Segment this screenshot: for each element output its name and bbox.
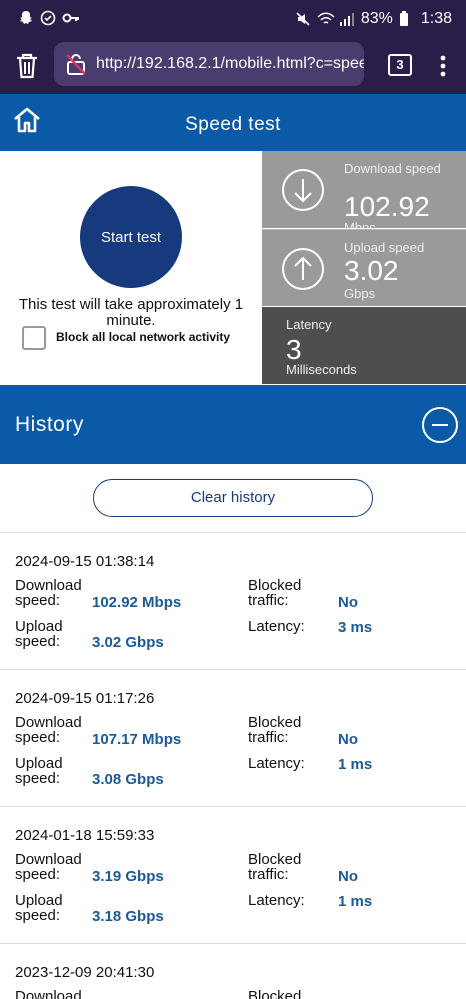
collapse-icon[interactable] xyxy=(422,407,458,443)
status-bar: 83% 1:38 xyxy=(0,0,466,40)
entry-date: 2024-09-15 01:38:14 xyxy=(15,553,155,570)
blocked-traffic-label: Blocked traffic: xyxy=(248,577,302,609)
arrow-down-icon xyxy=(282,169,324,211)
url-text[interactable]: http://192.168.2.1/mobile.html?c=speedte… xyxy=(96,55,364,73)
arrow-up-icon xyxy=(282,248,324,290)
wifi-icon xyxy=(317,11,335,27)
latency-label: Latency: xyxy=(248,892,305,909)
latency-label: Latency: xyxy=(248,618,305,635)
latency-value: 3 ms xyxy=(338,619,373,636)
entry-date: 2023-12-09 20:41:30 xyxy=(15,964,155,981)
entry-date: 2024-09-15 01:17:26 xyxy=(15,690,155,707)
upload-speed-label: Upload speed: xyxy=(15,755,63,787)
history-entry: 2024-01-18 15:59:33 Download speed: 3.19… xyxy=(0,807,466,943)
history-header: History xyxy=(0,385,466,464)
key-icon xyxy=(62,10,79,26)
download-speed-value: 102.92 Mbps xyxy=(92,594,182,611)
upload-speed-value: 3.02 Gbps xyxy=(92,634,164,651)
page-header: Speed test xyxy=(0,94,466,151)
entry-date: 2024-01-18 15:59:33 xyxy=(15,827,155,844)
block-network-checkbox[interactable] xyxy=(22,326,46,350)
latency-label: Latency xyxy=(286,317,332,332)
address-bar[interactable]: http://192.168.2.1/mobile.html?c=speedte… xyxy=(54,42,364,86)
mute-icon xyxy=(295,11,311,27)
upload-speed-label: Upload speed: xyxy=(15,892,63,924)
test-panel: Start test This test will take approxima… xyxy=(0,151,262,384)
latency-unit: Milliseconds xyxy=(286,362,357,377)
check-circle-icon xyxy=(40,10,56,26)
history-entry: 2024-09-15 01:17:26 Download speed: 107.… xyxy=(0,670,466,806)
battery-percent: 83% xyxy=(360,10,393,27)
upload-stat: Upload speed 3.02 Gbps xyxy=(262,229,466,306)
blocked-traffic-value: No xyxy=(338,594,358,611)
upload-value: 3.02 xyxy=(344,255,399,286)
more-options-icon[interactable] xyxy=(438,52,448,80)
clock: 1:38 xyxy=(420,10,452,27)
signal-icon xyxy=(339,11,355,27)
download-speed-label: Download speed: xyxy=(15,577,82,609)
download-speed-label: Download speed: xyxy=(15,714,82,746)
download-speed-label: Download speed: xyxy=(15,851,82,883)
download-speed-value: 3.19 Gbps xyxy=(92,868,164,885)
insecure-lock-icon[interactable] xyxy=(64,52,88,76)
trash-icon[interactable] xyxy=(14,52,40,80)
history-title: History xyxy=(15,413,84,436)
clear-history-button[interactable]: Clear history xyxy=(93,479,373,517)
blocked-traffic-label: Blocked traffic: xyxy=(248,851,302,883)
tab-switcher-button[interactable]: 3 xyxy=(388,54,412,76)
download-speed-value: 107.17 Mbps xyxy=(92,731,182,748)
history-entry: 2024-09-15 01:38:14 Download speed: 102.… xyxy=(0,533,466,669)
blocked-traffic-value: No xyxy=(338,868,358,885)
start-test-button[interactable]: Start test xyxy=(80,186,182,288)
page-title: Speed test xyxy=(185,114,281,135)
upload-speed-label: Upload speed: xyxy=(15,618,63,650)
latency-value: 1 ms xyxy=(338,756,373,773)
blocked-traffic-label: Blocked traffic: xyxy=(248,714,302,746)
battery-icon xyxy=(399,11,415,27)
snapchat-icon xyxy=(18,10,34,26)
latency-label: Latency: xyxy=(248,755,305,772)
history-entry: 2023-12-09 20:41:30 Download speed: Bloc… xyxy=(0,944,466,999)
download-label: Download speed xyxy=(344,161,441,176)
blocked-traffic-label: Blocked traffic: xyxy=(248,988,302,999)
upload-speed-value: 3.08 Gbps xyxy=(92,771,164,788)
download-speed-label: Download speed: xyxy=(15,988,82,999)
latency-stat: Latency 3 Milliseconds xyxy=(262,307,466,384)
test-duration-note: This test will take approximately 1 minu… xyxy=(18,296,244,329)
download-stat: Download speed 102.92 Mbps xyxy=(262,151,466,235)
block-network-label[interactable]: Block all local network activity xyxy=(56,330,230,344)
upload-speed-value: 3.18 Gbps xyxy=(92,908,164,925)
browser-toolbar: http://192.168.2.1/mobile.html?c=speedte… xyxy=(0,40,466,94)
blocked-traffic-value: No xyxy=(338,731,358,748)
upload-unit: Gbps xyxy=(344,286,376,301)
upload-label: Upload speed xyxy=(344,240,425,255)
latency-value: 1 ms xyxy=(338,893,373,910)
download-value: 102.92 xyxy=(344,191,430,222)
